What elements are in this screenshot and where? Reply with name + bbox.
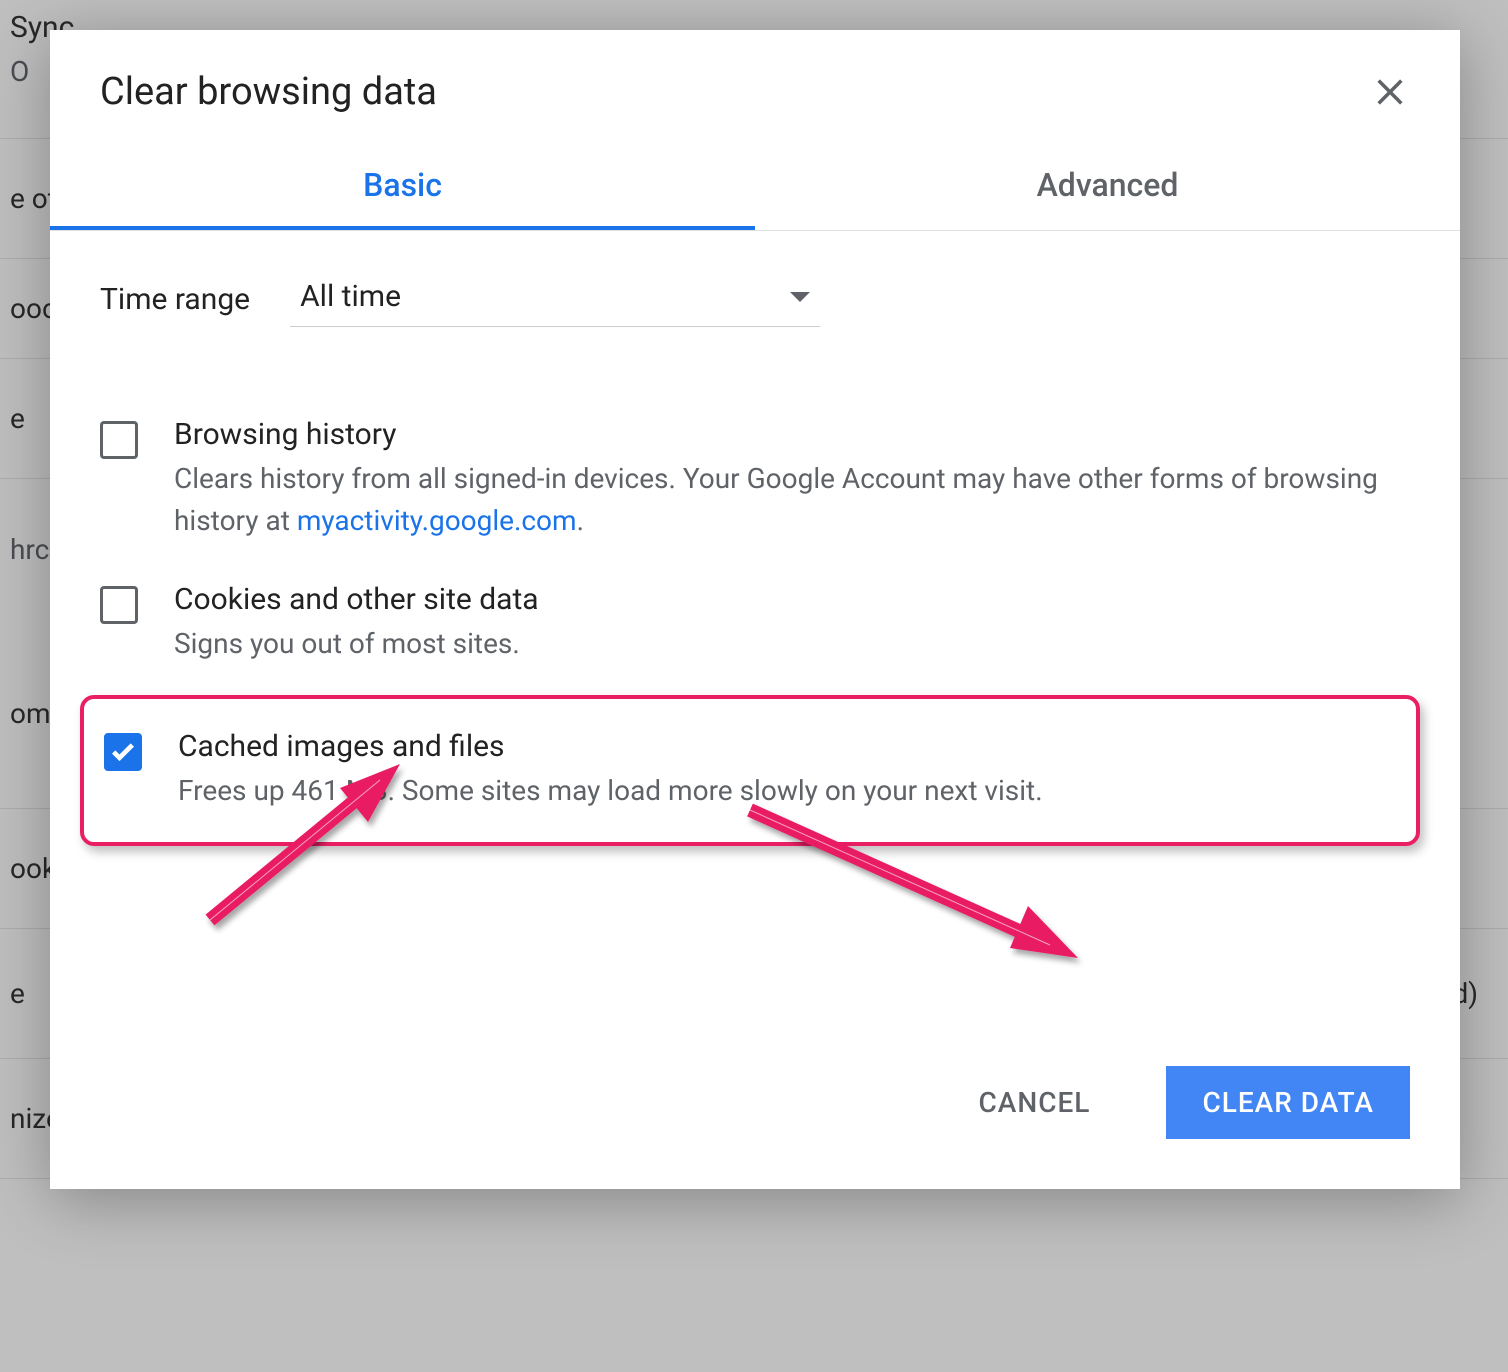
close-icon <box>1373 75 1407 109</box>
chevron-down-icon <box>790 292 810 302</box>
dialog-title: Clear browsing data <box>100 70 437 114</box>
option-history-desc-suffix: . <box>577 504 584 537</box>
tab-basic[interactable]: Basic <box>50 144 755 230</box>
close-button[interactable] <box>1370 72 1410 112</box>
option-history-desc: Clears history from all signed-in device… <box>174 458 1410 542</box>
myactivity-link[interactable]: myactivity.google.com <box>297 504 577 537</box>
option-browsing-history: Browsing history Clears history from all… <box>100 397 1410 562</box>
checkbox-cache[interactable] <box>104 733 142 771</box>
dialog-footer: CANCEL CLEAR DATA <box>50 866 1460 1189</box>
option-cookies: Cookies and other site data Signs you ou… <box>100 562 1410 685</box>
time-range-row: Time range All time <box>100 271 1410 327</box>
checkbox-cookies[interactable] <box>100 586 138 624</box>
tabs: Basic Advanced <box>50 144 1460 231</box>
clear-browsing-data-dialog: Clear browsing data Basic Advanced Time … <box>50 30 1460 1189</box>
option-cookies-desc: Signs you out of most sites. <box>174 623 1410 665</box>
time-range-value: All time <box>300 279 401 314</box>
clear-data-button[interactable]: CLEAR DATA <box>1166 1066 1410 1139</box>
checkmark-icon <box>109 738 137 766</box>
checkbox-browsing-history[interactable] <box>100 421 138 459</box>
option-cookies-title: Cookies and other site data <box>174 582 1410 617</box>
tab-advanced[interactable]: Advanced <box>755 144 1460 230</box>
option-cache-title: Cached images and files <box>178 729 1396 764</box>
dialog-body: Time range All time Browsing history Cle… <box>50 231 1460 866</box>
option-cache-desc: Frees up 461 MB. Some sites may load mor… <box>178 770 1396 812</box>
dialog-header: Clear browsing data <box>50 30 1460 144</box>
option-history-title: Browsing history <box>174 417 1410 452</box>
cancel-button[interactable]: CANCEL <box>943 1066 1127 1139</box>
time-range-select[interactable]: All time <box>290 271 820 327</box>
annotation-highlight-box: Cached images and files Frees up 461 MB.… <box>80 695 1420 846</box>
option-cache: Cached images and files Frees up 461 MB.… <box>104 729 1396 812</box>
time-range-label: Time range <box>100 282 250 317</box>
